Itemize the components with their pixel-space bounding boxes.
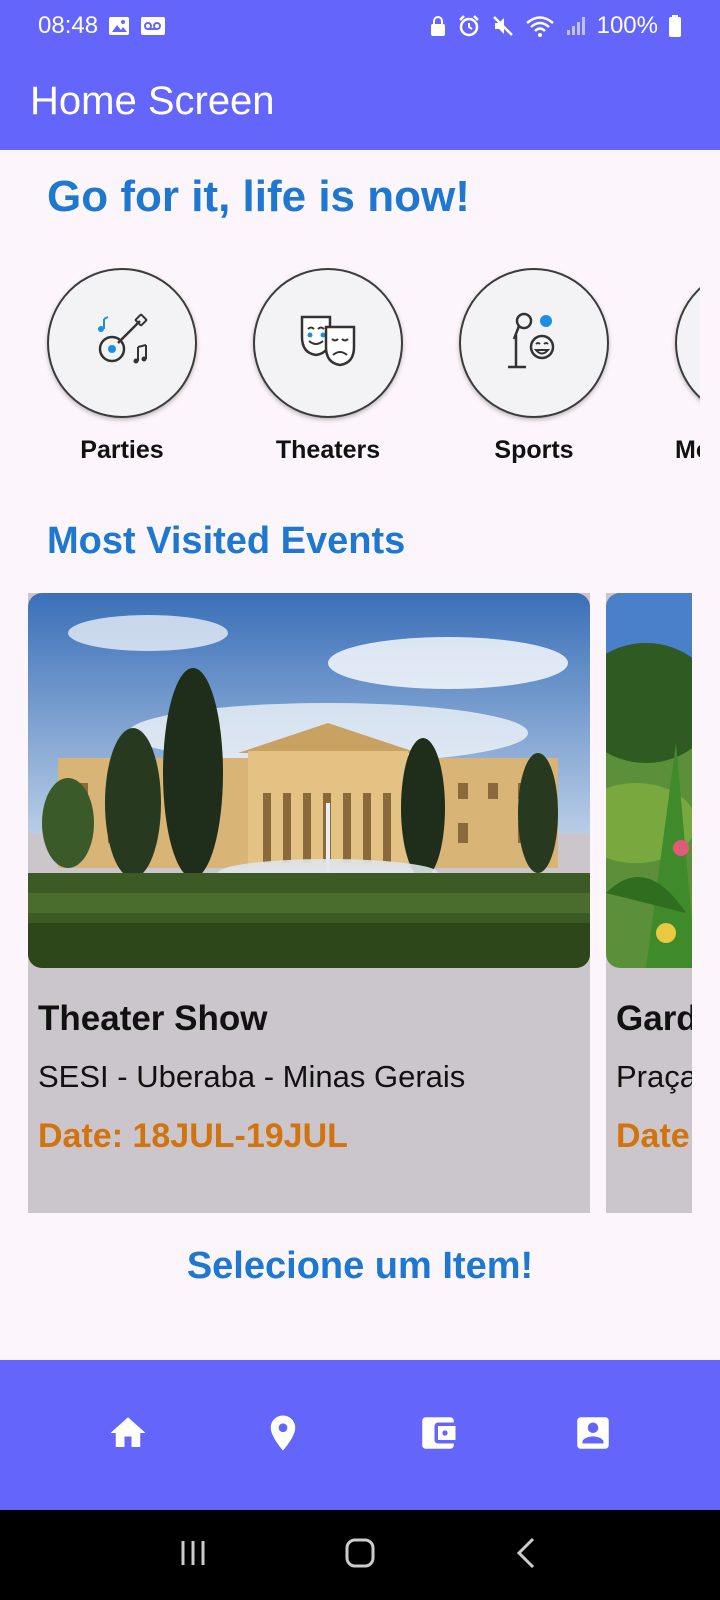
category-more[interactable]: Mo bbox=[675, 268, 700, 465]
status-time: 08:48 bbox=[38, 12, 99, 39]
select-item-message: Selecione um Item! bbox=[186, 1245, 534, 1287]
category-parties-button[interactable] bbox=[47, 268, 197, 418]
battery-icon bbox=[668, 14, 682, 38]
event-image bbox=[606, 593, 692, 968]
status-bar: 08:48 100% bbox=[0, 0, 720, 52]
nav-location[interactable] bbox=[253, 1405, 313, 1465]
app-bar: Home Screen bbox=[0, 52, 720, 150]
category-theaters-button[interactable] bbox=[253, 268, 403, 418]
event-date: Date bbox=[616, 1117, 690, 1155]
event-place: SESI - Uberaba - Minas Gerais bbox=[38, 1059, 466, 1094]
event-title: Theater Show bbox=[38, 999, 268, 1038]
category-theaters[interactable]: Theaters bbox=[253, 268, 403, 465]
bottom-navigation bbox=[0, 1360, 720, 1510]
category-label: Sports bbox=[494, 436, 574, 464]
category-label: Theaters bbox=[275, 436, 381, 464]
section-title: Most Visited Events bbox=[47, 520, 406, 562]
event-date: Date: 18JUL-19JUL bbox=[38, 1117, 348, 1155]
microphone-icon bbox=[502, 309, 566, 378]
event-image bbox=[28, 593, 590, 968]
category-label: Parties bbox=[80, 436, 164, 464]
mute-icon bbox=[491, 14, 515, 38]
status-left: 08:48 bbox=[38, 12, 166, 40]
category-parties[interactable]: Parties bbox=[47, 268, 197, 465]
wifi-icon bbox=[525, 14, 555, 38]
event-card[interactable]: Gard Praça Date bbox=[606, 593, 692, 1213]
home-icon bbox=[107, 1412, 149, 1459]
status-right: 100% bbox=[429, 12, 682, 40]
home-button-icon[interactable] bbox=[340, 1533, 380, 1578]
event-carousel[interactable]: Theater Show SESI - Uberaba - Minas Gera… bbox=[0, 593, 692, 1213]
nav-home[interactable] bbox=[98, 1405, 158, 1465]
headline: Go for it, life is now! bbox=[47, 172, 470, 221]
nav-profile[interactable] bbox=[563, 1405, 623, 1465]
profile-icon bbox=[572, 1412, 614, 1459]
category-sports-button[interactable] bbox=[459, 268, 609, 418]
system-navigation-bar bbox=[0, 1510, 720, 1600]
signal-icon bbox=[565, 15, 587, 37]
app-bar-title: Home Screen bbox=[30, 78, 275, 123]
category-more-button[interactable] bbox=[675, 268, 700, 418]
wallet-icon bbox=[417, 1412, 459, 1459]
event-title: Gard bbox=[616, 999, 692, 1038]
back-icon[interactable] bbox=[507, 1533, 547, 1578]
recent-apps-icon[interactable] bbox=[173, 1533, 213, 1578]
category-label: Mo bbox=[675, 436, 700, 464]
voicemail-icon bbox=[140, 15, 166, 37]
nav-wallet[interactable] bbox=[408, 1405, 468, 1465]
category-list[interactable]: Parties Theaters Sports M bbox=[0, 268, 700, 478]
event-place: Praça bbox=[616, 1059, 692, 1094]
alarm-icon bbox=[457, 14, 481, 38]
image-icon bbox=[108, 15, 130, 37]
event-card[interactable]: Theater Show SESI - Uberaba - Minas Gera… bbox=[28, 593, 590, 1213]
location-pin-icon bbox=[262, 1412, 304, 1459]
category-sports[interactable]: Sports bbox=[459, 268, 609, 465]
theater-masks-icon bbox=[296, 309, 360, 378]
guitar-music-icon bbox=[90, 309, 154, 378]
lock-icon bbox=[429, 15, 447, 37]
battery-percent: 100% bbox=[596, 12, 658, 39]
